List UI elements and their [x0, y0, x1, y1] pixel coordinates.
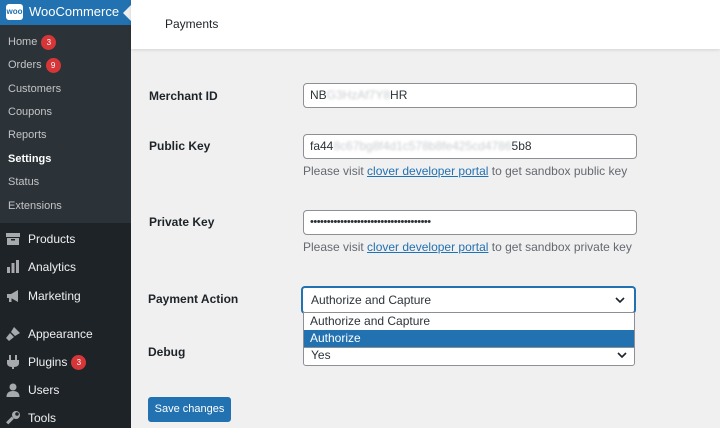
plugins-label-text: Plugins — [28, 355, 68, 369]
bar-chart-icon — [7, 260, 19, 273]
notification-badge: 9 — [45, 57, 61, 73]
desc-text: to get sandbox private key — [488, 240, 632, 254]
menu-label: Analytics — [28, 260, 77, 274]
desc-text: to get sandbox public key — [488, 164, 628, 178]
submenu-item-coupons[interactable]: Coupons — [8, 104, 52, 120]
menu-label: Marketing — [28, 289, 81, 303]
merchant-id-masked: G3HzAf7Y8 — [326, 88, 391, 102]
woocommerce-submenu: Home 3 Orders 9 Customers Coupons Reports … — [0, 25, 131, 223]
merchant-id-label: Merchant ID — [149, 89, 218, 103]
public-key-field[interactable]: fa448c67bg8f4d1c578b8fe425cd47865b8 — [303, 134, 637, 159]
menu-item-analytics[interactable]: Analytics — [0, 255, 131, 279]
private-key-field[interactable]: •••••••••••••••••••••••••••••••••••• — [303, 210, 637, 235]
submenu-item-reports[interactable]: Reports — [8, 127, 47, 143]
admin-sidebar: woo WooCommerce Home 3 Orders 9 Customers … — [0, 0, 131, 428]
menu-label: Tools — [28, 411, 57, 425]
woocommerce-menu-header[interactable]: woo WooCommerce — [0, 0, 131, 25]
debug-label: Debug — [148, 345, 186, 359]
payment-action-dropdown: Authorize and Capture Authorize — [303, 312, 635, 348]
merchant-id-prefix: NB — [310, 88, 327, 102]
clover-portal-link[interactable]: clover developer portal — [367, 164, 488, 178]
public-key-prefix: fa44 — [310, 139, 334, 153]
payment-action-select[interactable]: Authorize and Capture — [302, 287, 635, 313]
menu-item-users[interactable]: Users — [0, 378, 131, 402]
debug-value: Yes — [311, 348, 331, 362]
woocommerce-logo-icon: woo — [6, 4, 23, 20]
submenu-item-status[interactable]: Status — [8, 174, 39, 190]
merchant-id-field[interactable]: NBG3HzAf7Y8HR — [303, 83, 637, 108]
archive-icon — [6, 233, 20, 245]
menu-item-plugins[interactable]: Plugins 3 — [0, 350, 131, 374]
menu-label: Appearance — [28, 327, 93, 341]
public-key-description: Please visit clover developer portal to … — [303, 164, 627, 178]
menu-label: Products — [28, 232, 76, 246]
page-header: Payments — [131, 0, 720, 49]
option-authorize-and-capture[interactable]: Authorize and Capture — [304, 313, 634, 330]
paintbrush-icon — [6, 327, 20, 341]
payment-action-label: Payment Action — [148, 292, 239, 306]
clover-portal-link[interactable]: clover developer portal — [367, 240, 488, 254]
merchant-id-suffix: HR — [390, 88, 408, 102]
private-key-description: Please visit clover developer portal to … — [303, 240, 632, 254]
menu-item-appearance[interactable]: Appearance — [0, 322, 131, 346]
payment-action-value: Authorize and Capture — [311, 293, 432, 307]
menu-item-products[interactable]: Products — [0, 227, 131, 251]
plug-icon — [7, 355, 19, 369]
save-changes-button[interactable]: Save changes — [148, 397, 231, 422]
submenu-item-customers[interactable]: Customers — [8, 81, 61, 97]
option-authorize[interactable]: Authorize — [304, 330, 634, 347]
page-title: Payments — [165, 17, 219, 31]
desc-text: Please visit — [303, 240, 368, 254]
menu-label: Users — [28, 383, 60, 397]
megaphone-icon — [7, 290, 18, 302]
submenu-item-orders[interactable]: Orders 9 — [8, 57, 61, 73]
private-key-label: Private Key — [149, 215, 215, 229]
current-menu-arrow — [123, 5, 131, 21]
notification-badge: 3 — [71, 355, 87, 371]
public-key-suffix: 5b8 — [511, 139, 532, 153]
menu-item-tools[interactable]: Tools — [0, 406, 131, 428]
wrench-icon — [6, 411, 20, 425]
woocommerce-menu-label: WooCommerce — [29, 4, 120, 19]
user-icon — [6, 383, 20, 397]
notification-badge: 3 — [41, 34, 57, 50]
submenu-item-extensions[interactable]: Extensions — [8, 198, 62, 214]
menu-label: Plugins 3 — [28, 355, 87, 371]
desc-text: Please visit — [303, 164, 368, 178]
chevron-down-icon — [615, 297, 625, 304]
submenu-label: Orders — [8, 59, 42, 71]
submenu-item-home[interactable]: Home 3 — [8, 34, 57, 50]
menu-item-marketing[interactable]: Marketing — [0, 284, 131, 308]
public-key-masked: 8c67bg8f4d1c578b8fe425cd4786 — [333, 139, 512, 153]
chevron-down-icon — [617, 352, 627, 359]
submenu-item-settings[interactable]: Settings — [8, 151, 51, 167]
public-key-label: Public Key — [149, 139, 211, 153]
submenu-label: Home — [8, 36, 38, 48]
